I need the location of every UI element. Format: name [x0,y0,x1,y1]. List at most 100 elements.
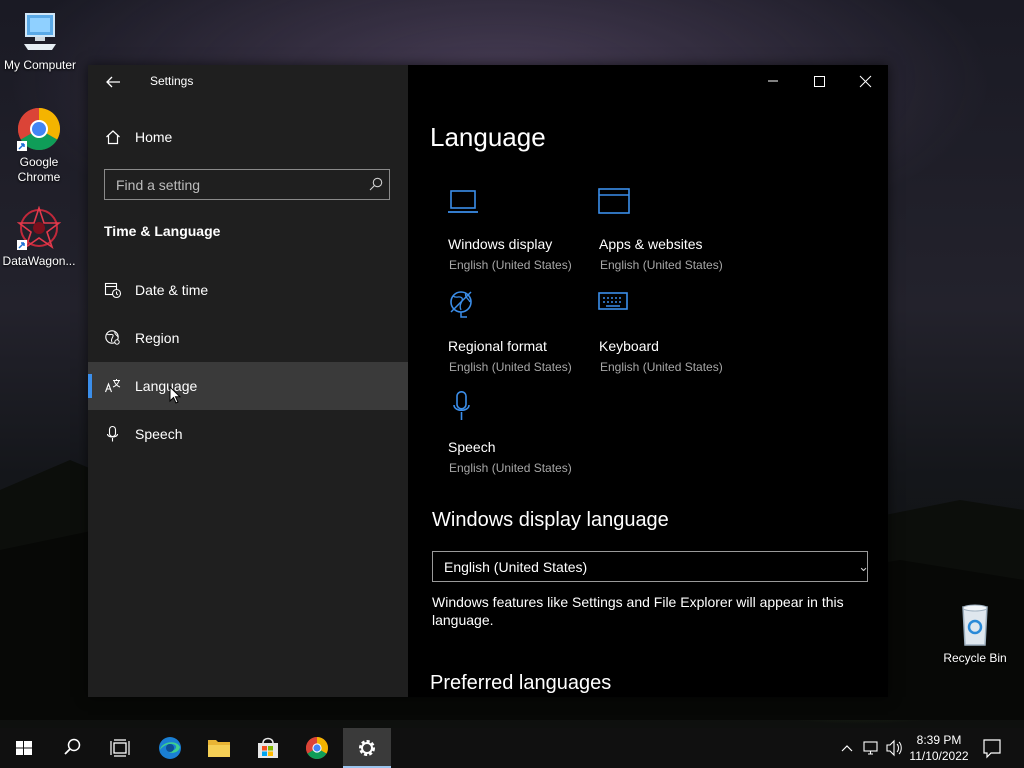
back-arrow-icon [106,76,120,88]
chevron-up-icon [841,745,853,752]
desktop-icon-label: Google Chrome [17,155,61,184]
tile-name: Apps & websites [599,236,703,252]
search-icon[interactable] [369,177,383,191]
sidebar-item-speech[interactable]: Speech [88,410,408,458]
desktop-icon-label: Recycle Bin [943,651,1007,665]
sidebar-item-label: Language [135,378,198,394]
taskbar-settings[interactable] [343,728,391,768]
chrome-icon [306,737,328,759]
tile-value: English (United States) [449,461,572,475]
datawagon-icon [16,205,62,250]
task-view-button[interactable] [96,728,144,768]
regional-format-icon [450,291,472,318]
taskbar-search-button[interactable] [48,728,96,768]
network-button[interactable] [860,728,882,768]
sidebar-item-home[interactable]: Home [88,117,408,157]
taskbar-chrome[interactable] [293,728,341,768]
settings-sidebar: Settings Home Time & Language Date & tim… [88,65,408,697]
store-icon [258,737,278,758]
search-input[interactable] [105,170,366,199]
search-box [104,169,390,200]
calendar-clock-icon [104,282,122,299]
desktop-icon-datawagon[interactable]: DataWagon... [0,205,79,268]
sidebar-item-label: Region [135,330,180,346]
task-view-icon [110,739,130,757]
recycle-bin-icon [953,603,997,647]
action-center-button[interactable] [978,728,1006,768]
tile-value: English (United States) [449,360,572,374]
volume-button[interactable] [883,728,905,768]
tile-name: Windows display [448,236,553,252]
tile-value: English (United States) [449,258,572,272]
microphone-icon [106,425,119,442]
microphone-icon [453,391,470,420]
sidebar-item-label: Speech [135,426,183,442]
maximize-button[interactable] [796,65,842,97]
sidebar-item-language[interactable]: Language [88,362,408,410]
desktop-icon-recycle-bin[interactable]: Recycle Bin [935,603,1015,665]
clock-date: 11/10/2022 [909,749,969,763]
tile-value: English (United States) [600,258,723,272]
desktop-icon-my-computer[interactable]: My Computer [0,10,80,72]
dropdown-value: English (United States) [444,559,588,575]
taskbar-store[interactable] [244,728,292,768]
close-icon [859,75,872,88]
language-icon [104,379,121,393]
desktop-icon-google-chrome[interactable]: Google Chrome [0,107,79,185]
search-icon [64,738,81,755]
taskbar-edge[interactable] [146,728,194,768]
back-button[interactable] [102,71,124,93]
selection-indicator [88,374,92,398]
display-language-dropdown[interactable]: English (United States) ⌄ [432,551,869,582]
notification-icon [983,739,1001,759]
desktop-icon-label: My Computer [3,58,77,72]
taskbar: 8:39 PM 11/10/2022 [0,728,1024,768]
maximize-icon [814,76,825,87]
taskbar-file-explorer[interactable] [195,728,243,768]
sidebar-item-label: Date & time [135,282,209,298]
sidebar-item-date-time[interactable]: Date & time [88,266,408,314]
settings-window: Settings Home Time & Language Date & tim… [88,65,888,697]
page-title: Language [430,122,546,152]
preferred-languages-heading: Preferred languages [430,672,612,694]
display-language-description: Windows features like Settings and File … [432,594,844,628]
home-icon [106,130,120,145]
tile-regional-format[interactable]: Regional format English (United States) [447,290,597,380]
chevron-down-icon: ⌄ [858,559,869,574]
tile-keyboard[interactable]: Keyboard English (United States) [598,290,748,380]
windows-logo-icon [16,741,32,755]
window-title: Settings [150,74,194,88]
taskbar-clock[interactable]: 8:39 PM 11/10/2022 [905,732,973,764]
tile-name: Speech [448,439,496,455]
tile-windows-display[interactable]: Windows display English (United States) [447,188,597,278]
tile-speech[interactable]: Speech English (United States) [447,391,597,481]
show-hidden-icons-button[interactable] [836,728,858,768]
chrome-icon [17,107,61,151]
speaker-icon [886,739,902,757]
laptop-icon [448,190,478,213]
gear-icon [359,740,375,756]
desktop-icon-label: DataWagon... [2,254,76,268]
window-icon [598,188,630,214]
close-button[interactable] [842,65,888,97]
computer-icon [18,10,62,54]
network-icon [863,741,878,755]
tile-apps-websites[interactable]: Apps & websites English (United States) [598,188,748,278]
folder-icon [208,740,230,757]
settings-content: Language Windows display English (United… [408,65,888,697]
tile-value: English (United States) [600,360,723,374]
minimize-button[interactable] [750,65,796,97]
tile-name: Keyboard [599,338,659,354]
edge-icon [159,737,181,759]
start-button[interactable] [0,728,48,768]
mouse-cursor-icon [169,386,181,404]
minimize-icon [768,80,778,82]
section-heading: Time & Language [104,223,221,239]
sidebar-item-label: Home [135,129,173,145]
clock-time: 8:39 PM [916,733,962,747]
tile-name: Regional format [448,338,547,354]
keyboard-icon [598,292,628,310]
sidebar-item-region[interactable]: Region [88,314,408,362]
globe-icon [105,330,120,345]
display-language-heading: Windows display language [432,509,669,531]
